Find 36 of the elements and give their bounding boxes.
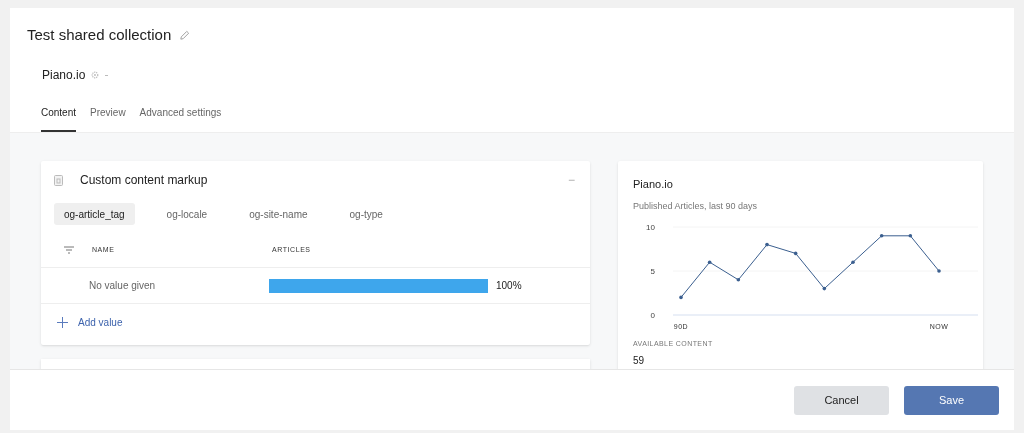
caret-icon[interactable]: [105, 74, 109, 76]
data-point: [765, 242, 769, 247]
percent-label: 100%: [496, 279, 522, 293]
document-icon: [54, 174, 63, 186]
tag-chip[interactable]: og-article_tag: [54, 203, 135, 225]
data-point: [822, 286, 827, 291]
table-cell-text: No value given: [89, 279, 157, 293]
pencil-icon[interactable]: [179, 29, 191, 41]
data-point: [851, 260, 855, 264]
axis-tick-label: 10: [646, 223, 655, 232]
data-point: [879, 234, 884, 238]
filter-icon[interactable]: [64, 246, 74, 254]
axis-tick-label: 0: [650, 311, 655, 320]
page-title: Test shared collection: [27, 24, 172, 45]
data-point: [937, 269, 941, 273]
data-point: [736, 278, 741, 282]
data-point: [908, 234, 913, 238]
add-value-link[interactable]: Add value: [78, 314, 123, 330]
site-name: Piano.io: [42, 67, 86, 84]
tab[interactable]: Preview: [90, 105, 126, 132]
save-button[interactable]: Save: [904, 385, 999, 415]
stat-value: 59: [633, 353, 646, 368]
tab[interactable]: Advanced settings: [139, 105, 222, 132]
tag-chip[interactable]: og-type: [339, 203, 393, 225]
tag-chip[interactable]: og-site-name: [239, 203, 318, 225]
data-point: [707, 260, 712, 264]
data-point: [679, 295, 683, 300]
card-title: Custom content markup: [80, 172, 208, 189]
plus-icon[interactable]: [57, 316, 68, 328]
cancel-button[interactable]: Cancel: [794, 385, 889, 415]
chart-subtitle: Published Articles, last 90 days: [633, 199, 759, 213]
data-point: [793, 251, 798, 256]
axis-tick-label: 5: [650, 267, 655, 276]
gear-icon[interactable]: [91, 71, 100, 79]
tag-chip[interactable]: og-locale: [156, 203, 218, 225]
card-title: Piano.io: [633, 177, 674, 192]
